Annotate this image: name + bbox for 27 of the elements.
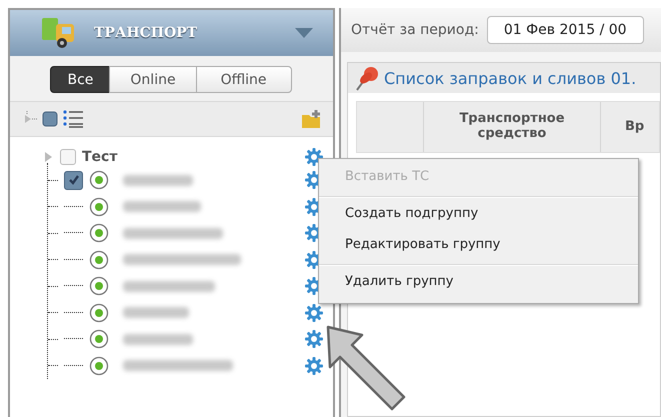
add-folder-icon[interactable] [301,109,323,129]
checkbox-icon[interactable] [42,111,58,127]
group-label[interactable]: Тест [82,149,118,165]
menu-item[interactable]: Удалить группу [319,268,638,299]
settings-icon[interactable] [305,304,323,322]
blurred-label [123,334,193,345]
column-header[interactable]: Транспортное средство [424,102,601,152]
filter-tab[interactable]: Все [50,66,110,93]
menu-item[interactable]: Создать подгруппу [319,200,638,231]
dropdown-arrow-icon[interactable] [295,28,313,38]
checkbox[interactable] [60,149,76,165]
blurred-label [123,174,193,186]
pushpin-icon [354,64,380,92]
period-label: Отчёт за период: [351,22,479,38]
settings-icon[interactable] [305,356,323,375]
blurred-label [123,307,189,318]
filter-tab[interactable]: Offline [196,66,292,93]
filter-tab[interactable]: Online [109,66,197,93]
settings-icon[interactable] [305,330,323,348]
column-header[interactable]: Вр [601,102,659,152]
panel-title: ТРАНСПОРТ [94,25,198,41]
period-field[interactable]: 01 Фев 2015 / 00 [486,16,644,44]
menu-item[interactable]: Редактировать группу [319,231,638,262]
checkmark-icon [68,174,80,186]
panel-title: Список заправок и сливов 01. [384,68,636,88]
list-icon[interactable] [62,109,84,129]
checkbox[interactable] [64,170,83,190]
